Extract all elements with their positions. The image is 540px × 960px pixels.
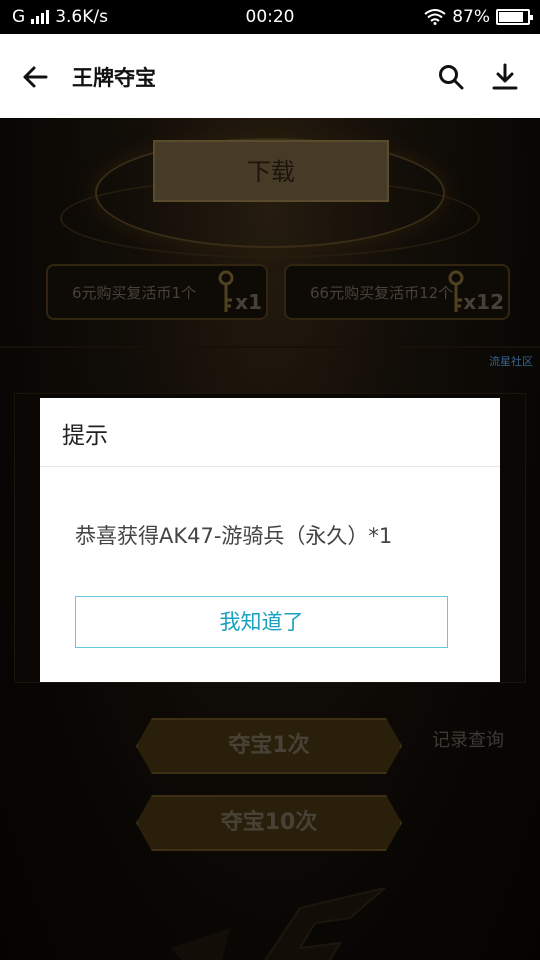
confirm-button[interactable]: 我知道了 [75, 596, 448, 648]
dialog-message: 恭喜获得AK47-游骑兵（永久）*1 [75, 524, 393, 548]
wifi-icon [424, 9, 446, 25]
status-right: 87% [424, 7, 533, 27]
back-arrow-icon[interactable] [20, 62, 50, 92]
dialog-divider [40, 466, 500, 467]
battery-icon [496, 9, 533, 25]
battery-percent: 87% [452, 7, 490, 27]
download-icon[interactable] [490, 62, 520, 92]
dialog-title: 提示 [62, 423, 108, 449]
alert-dialog: 提示 恭喜获得AK47-游骑兵（永久）*1 我知道了 [40, 398, 500, 682]
search-icon[interactable] [436, 62, 466, 92]
watermark: 流星社区 [489, 355, 533, 368]
battery-fill [499, 12, 524, 22]
app-bar: 王牌夺宝 [0, 34, 540, 118]
page-title: 王牌夺宝 [72, 66, 156, 90]
status-bar: G 3.6K/s 00:20 87% [0, 0, 540, 34]
